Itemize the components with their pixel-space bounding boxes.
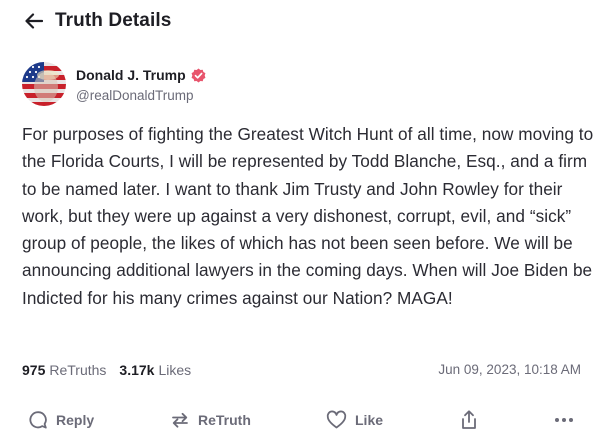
page-header: Truth Details: [24, 8, 171, 34]
avatar[interactable]: [22, 62, 66, 106]
retruths-label: ReTruths: [49, 362, 107, 378]
retruth-button[interactable]: ReTruth: [170, 404, 251, 436]
reply-icon: [29, 411, 47, 429]
author-handle[interactable]: @realDonaldTrump: [76, 88, 206, 103]
truth-details-page: Truth Details Donald J. Trump @realDonal…: [8, 0, 597, 447]
post-action-bar: Reply ReTruth Like: [8, 404, 597, 436]
retruths-stat[interactable]: 975 ReTruths: [22, 362, 106, 378]
post-body-text: For purposes of fighting the Greatest Wi…: [22, 124, 594, 308]
name-row: Donald J. Trump: [76, 65, 206, 85]
reply-label: Reply: [56, 412, 95, 428]
like-button[interactable]: Like: [326, 404, 383, 436]
likes-count: 3.17k: [119, 362, 155, 378]
post-timestamp: Jun 09, 2023, 10:18 AM: [438, 362, 581, 377]
post-author[interactable]: Donald J. Trump @realDonaldTrump: [22, 62, 206, 106]
back-arrow-icon[interactable]: [24, 11, 44, 31]
verified-badge-icon: [191, 67, 206, 83]
author-display-name[interactable]: Donald J. Trump: [76, 67, 186, 83]
reply-button[interactable]: Reply: [28, 404, 94, 436]
page-title: Truth Details: [55, 10, 172, 31]
more-options-button[interactable]: [554, 404, 582, 436]
likes-label: Likes: [158, 362, 192, 378]
like-label: Like: [355, 412, 384, 428]
share-button[interactable]: [459, 404, 487, 436]
retruth-icon: [172, 412, 188, 428]
share-icon: [462, 410, 476, 429]
heart-icon: [326, 410, 347, 429]
likes-stat[interactable]: 3.17k Likes: [119, 362, 191, 378]
retruths-count: 975: [22, 362, 46, 378]
post-stats: 975 ReTruths 3.17k Likes: [22, 361, 204, 379]
author-names: Donald J. Trump @realDonaldTrump: [76, 65, 206, 103]
retruth-label: ReTruth: [198, 412, 251, 428]
more-dots-icon: [555, 418, 573, 422]
